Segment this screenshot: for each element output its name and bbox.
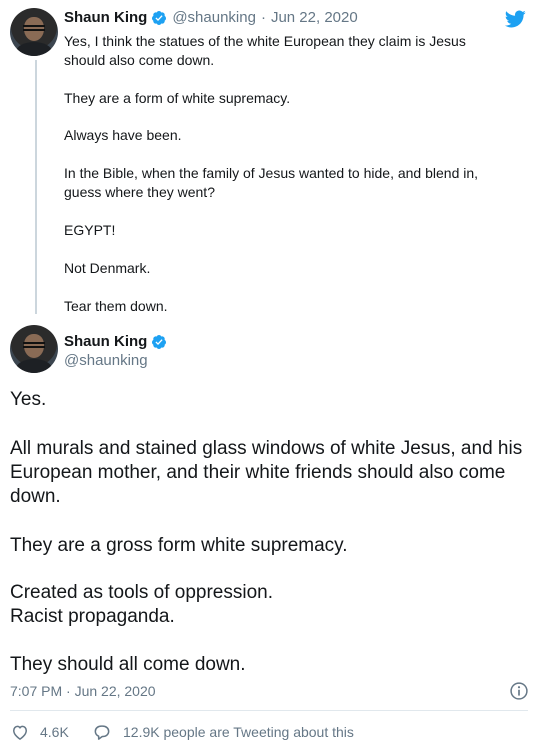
avatar-body — [16, 359, 52, 373]
parent-line-5: In the Bible, when the family of Jesus w… — [64, 165, 479, 181]
avatar-glasses — [23, 25, 45, 31]
parent-line-1: Yes, I think the statues of the white Eu… — [64, 33, 466, 49]
parent-line-7: EGYPT! — [64, 222, 116, 238]
main-author-name[interactable]: Shaun King — [64, 333, 147, 350]
like-count[interactable]: 4.6K — [40, 724, 69, 740]
info-icon[interactable] — [509, 681, 529, 701]
parent-line-9: Tear them down. — [64, 298, 168, 314]
parent-line-8: Not Denmark. — [64, 260, 151, 276]
main-line-3: European mother, and their white friends… — [10, 462, 506, 483]
main-line-7: Racist propaganda. — [10, 606, 175, 627]
main-line-2: All murals and stained glass windows of … — [10, 438, 523, 459]
avatar-glasses — [23, 342, 45, 348]
parent-header: Shaun King @shaunking · Jun 22, 2020 — [64, 9, 358, 26]
parent-line-4: Always have been. — [64, 127, 182, 143]
tweeting-about-count[interactable]: 12.9K people are Tweeting about this — [123, 724, 354, 740]
main-line-4: down. — [10, 486, 61, 507]
thread-line — [35, 60, 37, 314]
author-handle[interactable]: @shaunking — [172, 9, 256, 26]
main-author-name-row: Shaun King — [64, 333, 167, 350]
avatar-body — [16, 42, 52, 56]
tweet-timestamp[interactable]: 7:07 PM · Jun 22, 2020 — [10, 683, 156, 699]
main-line-6: Created as tools of oppression. — [10, 582, 273, 603]
main-author-handle[interactable]: @shaunking — [64, 352, 148, 369]
twitter-bird-icon[interactable] — [503, 8, 527, 30]
heart-icon[interactable] — [10, 722, 30, 742]
separator-dot: · — [260, 9, 266, 26]
avatar-parent[interactable] — [10, 8, 58, 56]
parent-line-3: They are a form of white supremacy. — [64, 90, 291, 106]
tweet-date[interactable]: Jun 22, 2020 — [271, 9, 358, 26]
avatar-main[interactable] — [10, 325, 58, 373]
main-line-1: Yes. — [10, 389, 47, 410]
verified-badge-icon — [152, 10, 167, 25]
parent-line-6: guess where they went? — [64, 184, 215, 200]
main-line-5: They are a gross form white supremacy. — [10, 535, 348, 556]
author-name[interactable]: Shaun King — [64, 9, 147, 26]
divider — [10, 710, 528, 711]
comment-icon[interactable] — [92, 722, 112, 742]
parent-line-2: should also come down. — [64, 52, 215, 68]
verified-badge-icon — [152, 334, 167, 349]
main-line-8: They should all come down. — [10, 654, 246, 675]
